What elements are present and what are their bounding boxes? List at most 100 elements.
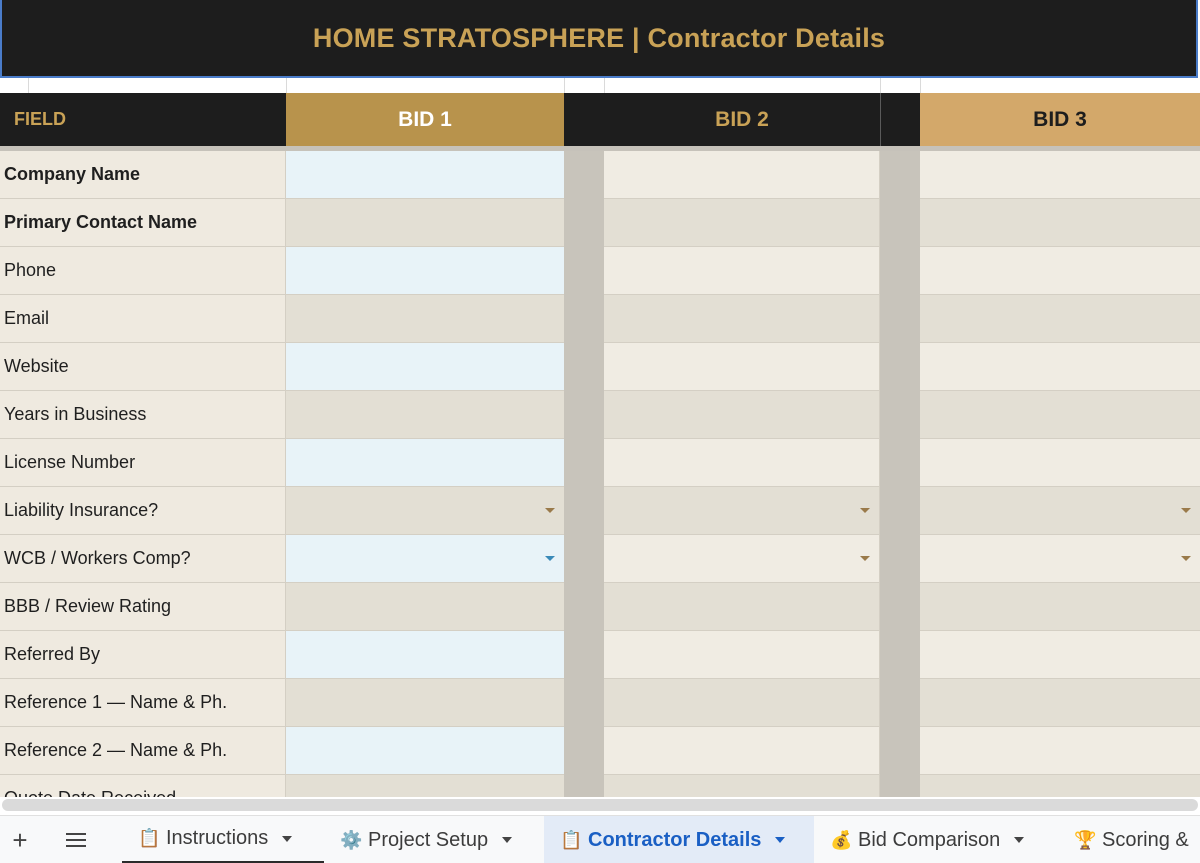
sheet-tab-instructions[interactable]: 📋 Instructions — [122, 816, 324, 863]
bid-2-cell[interactable] — [604, 679, 880, 727]
sheet-tab-scoring[interactable]: 🏆 Scoring & — [1058, 816, 1200, 863]
bid-1-cell[interactable] — [286, 727, 564, 775]
bid-1-cell[interactable] — [286, 487, 564, 535]
bid-3-cell[interactable] — [920, 295, 1200, 343]
field-label[interactable]: Years in Business — [0, 391, 286, 439]
spacer-cell — [564, 199, 604, 247]
bid-3-cell[interactable] — [920, 775, 1200, 797]
bid-1-cell[interactable] — [286, 583, 564, 631]
field-label[interactable]: BBB / Review Rating — [0, 583, 286, 631]
bid-1-cell[interactable] — [286, 679, 564, 727]
table-row: Primary Contact Name — [0, 199, 1200, 247]
chevron-down-icon[interactable] — [502, 837, 513, 843]
bid-2-cell[interactable] — [604, 199, 880, 247]
bid-3-cell[interactable] — [920, 199, 1200, 247]
field-label[interactable]: Liability Insurance? — [0, 487, 286, 535]
bid-1-cell[interactable] — [286, 247, 564, 295]
field-label[interactable]: Phone — [0, 247, 286, 295]
spacer-cell — [880, 679, 920, 727]
bid-2-cell[interactable] — [604, 391, 880, 439]
bid-2-cell[interactable] — [604, 487, 880, 535]
bid-3-cell[interactable] — [920, 343, 1200, 391]
bid-2-cell[interactable] — [604, 583, 880, 631]
bid-2-cell[interactable] — [604, 775, 880, 797]
bid-1-cell[interactable] — [286, 343, 564, 391]
column-header-bid-1[interactable]: BID 1 — [286, 93, 564, 146]
column-header-bid-3[interactable]: BID 3 — [920, 93, 1200, 146]
bid-1-cell[interactable] — [286, 295, 564, 343]
bid-2-cell[interactable] — [604, 439, 880, 487]
dropdown-arrow-icon[interactable] — [1181, 556, 1191, 561]
bid-3-cell[interactable] — [920, 727, 1200, 775]
spacer-cell — [880, 727, 920, 775]
bid-3-cell[interactable] — [920, 535, 1200, 583]
bid-1-cell[interactable] — [286, 391, 564, 439]
field-label[interactable]: Reference 2 — Name & Ph. — [0, 727, 286, 775]
spacer-cell — [564, 391, 604, 439]
table-row: Referred By — [0, 631, 1200, 679]
bid-2-cell[interactable] — [604, 343, 880, 391]
dropdown-arrow-icon[interactable] — [545, 508, 555, 513]
bid-1-cell[interactable] — [286, 535, 564, 583]
field-label[interactable]: Reference 1 — Name & Ph. — [0, 679, 286, 727]
bid-1-cell[interactable] — [286, 631, 564, 679]
column-header-bid-2[interactable]: BID 2 — [604, 93, 880, 146]
field-label[interactable]: Quote Date Received — [0, 775, 286, 797]
column-header-field[interactable]: FIELD — [0, 93, 286, 146]
sheet-tab-project-setup[interactable]: ⚙️ Project Setup — [324, 816, 544, 863]
bid-1-cell[interactable] — [286, 775, 564, 797]
table-row: Phone — [0, 247, 1200, 295]
bid-3-cell[interactable] — [920, 391, 1200, 439]
clipboard-icon: 📋 — [138, 828, 161, 848]
add-sheet-icon[interactable]: + — [6, 816, 34, 863]
field-label[interactable]: Email — [0, 295, 286, 343]
bid-3-cell[interactable] — [920, 487, 1200, 535]
spacer-cell — [564, 679, 604, 727]
scrollbar-thumb[interactable] — [2, 799, 1198, 811]
horizontal-scrollbar[interactable] — [0, 797, 1200, 815]
field-label[interactable]: License Number — [0, 439, 286, 487]
chevron-down-icon[interactable] — [282, 835, 293, 842]
field-label[interactable]: Primary Contact Name — [0, 199, 286, 247]
spacer-cell — [564, 295, 604, 343]
bid-3-cell[interactable] — [920, 679, 1200, 727]
bid-3-cell[interactable] — [920, 247, 1200, 295]
sheet-tab-label: Instructions — [166, 827, 269, 849]
money-bag-icon: 💰 — [830, 829, 853, 850]
spacer-cell — [880, 583, 920, 631]
bid-1-cell[interactable] — [286, 439, 564, 487]
spacer-cell — [880, 631, 920, 679]
dropdown-arrow-icon[interactable] — [860, 508, 870, 513]
bid-3-cell[interactable] — [920, 583, 1200, 631]
bid-3-cell[interactable] — [920, 439, 1200, 487]
spacer-cell — [880, 775, 920, 797]
column-header-spacer[interactable] — [880, 93, 920, 146]
gear-icon: ⚙️ — [340, 829, 363, 850]
bid-2-cell[interactable] — [604, 247, 880, 295]
sheet-tab-contractor-details[interactable]: 📋 Contractor Details — [544, 816, 814, 863]
bid-2-cell[interactable] — [604, 295, 880, 343]
bid-1-cell[interactable] — [286, 199, 564, 247]
chevron-down-icon[interactable] — [1014, 837, 1025, 843]
bid-3-cell[interactable] — [920, 151, 1200, 199]
sheet-tab-label: Contractor Details — [588, 828, 762, 851]
dropdown-arrow-icon[interactable] — [545, 556, 555, 561]
dropdown-arrow-icon[interactable] — [1181, 508, 1191, 513]
bid-1-cell[interactable] — [286, 151, 564, 199]
column-header-spacer[interactable] — [564, 93, 604, 146]
bid-2-cell[interactable] — [604, 631, 880, 679]
table-row: WCB / Workers Comp? — [0, 535, 1200, 583]
chevron-down-icon[interactable] — [775, 837, 786, 843]
bid-2-cell[interactable] — [604, 727, 880, 775]
field-label[interactable]: Referred By — [0, 631, 286, 679]
bid-2-cell[interactable] — [604, 151, 880, 199]
spacer-cell — [880, 535, 920, 583]
field-label[interactable]: Website — [0, 343, 286, 391]
all-sheets-menu-icon[interactable] — [62, 816, 90, 863]
bid-3-cell[interactable] — [920, 631, 1200, 679]
sheet-tab-bid-comparison[interactable]: 💰 Bid Comparison — [814, 816, 1058, 863]
field-label[interactable]: Company Name — [0, 151, 286, 199]
field-label[interactable]: WCB / Workers Comp? — [0, 535, 286, 583]
bid-2-cell[interactable] — [604, 535, 880, 583]
dropdown-arrow-icon[interactable] — [860, 556, 870, 561]
